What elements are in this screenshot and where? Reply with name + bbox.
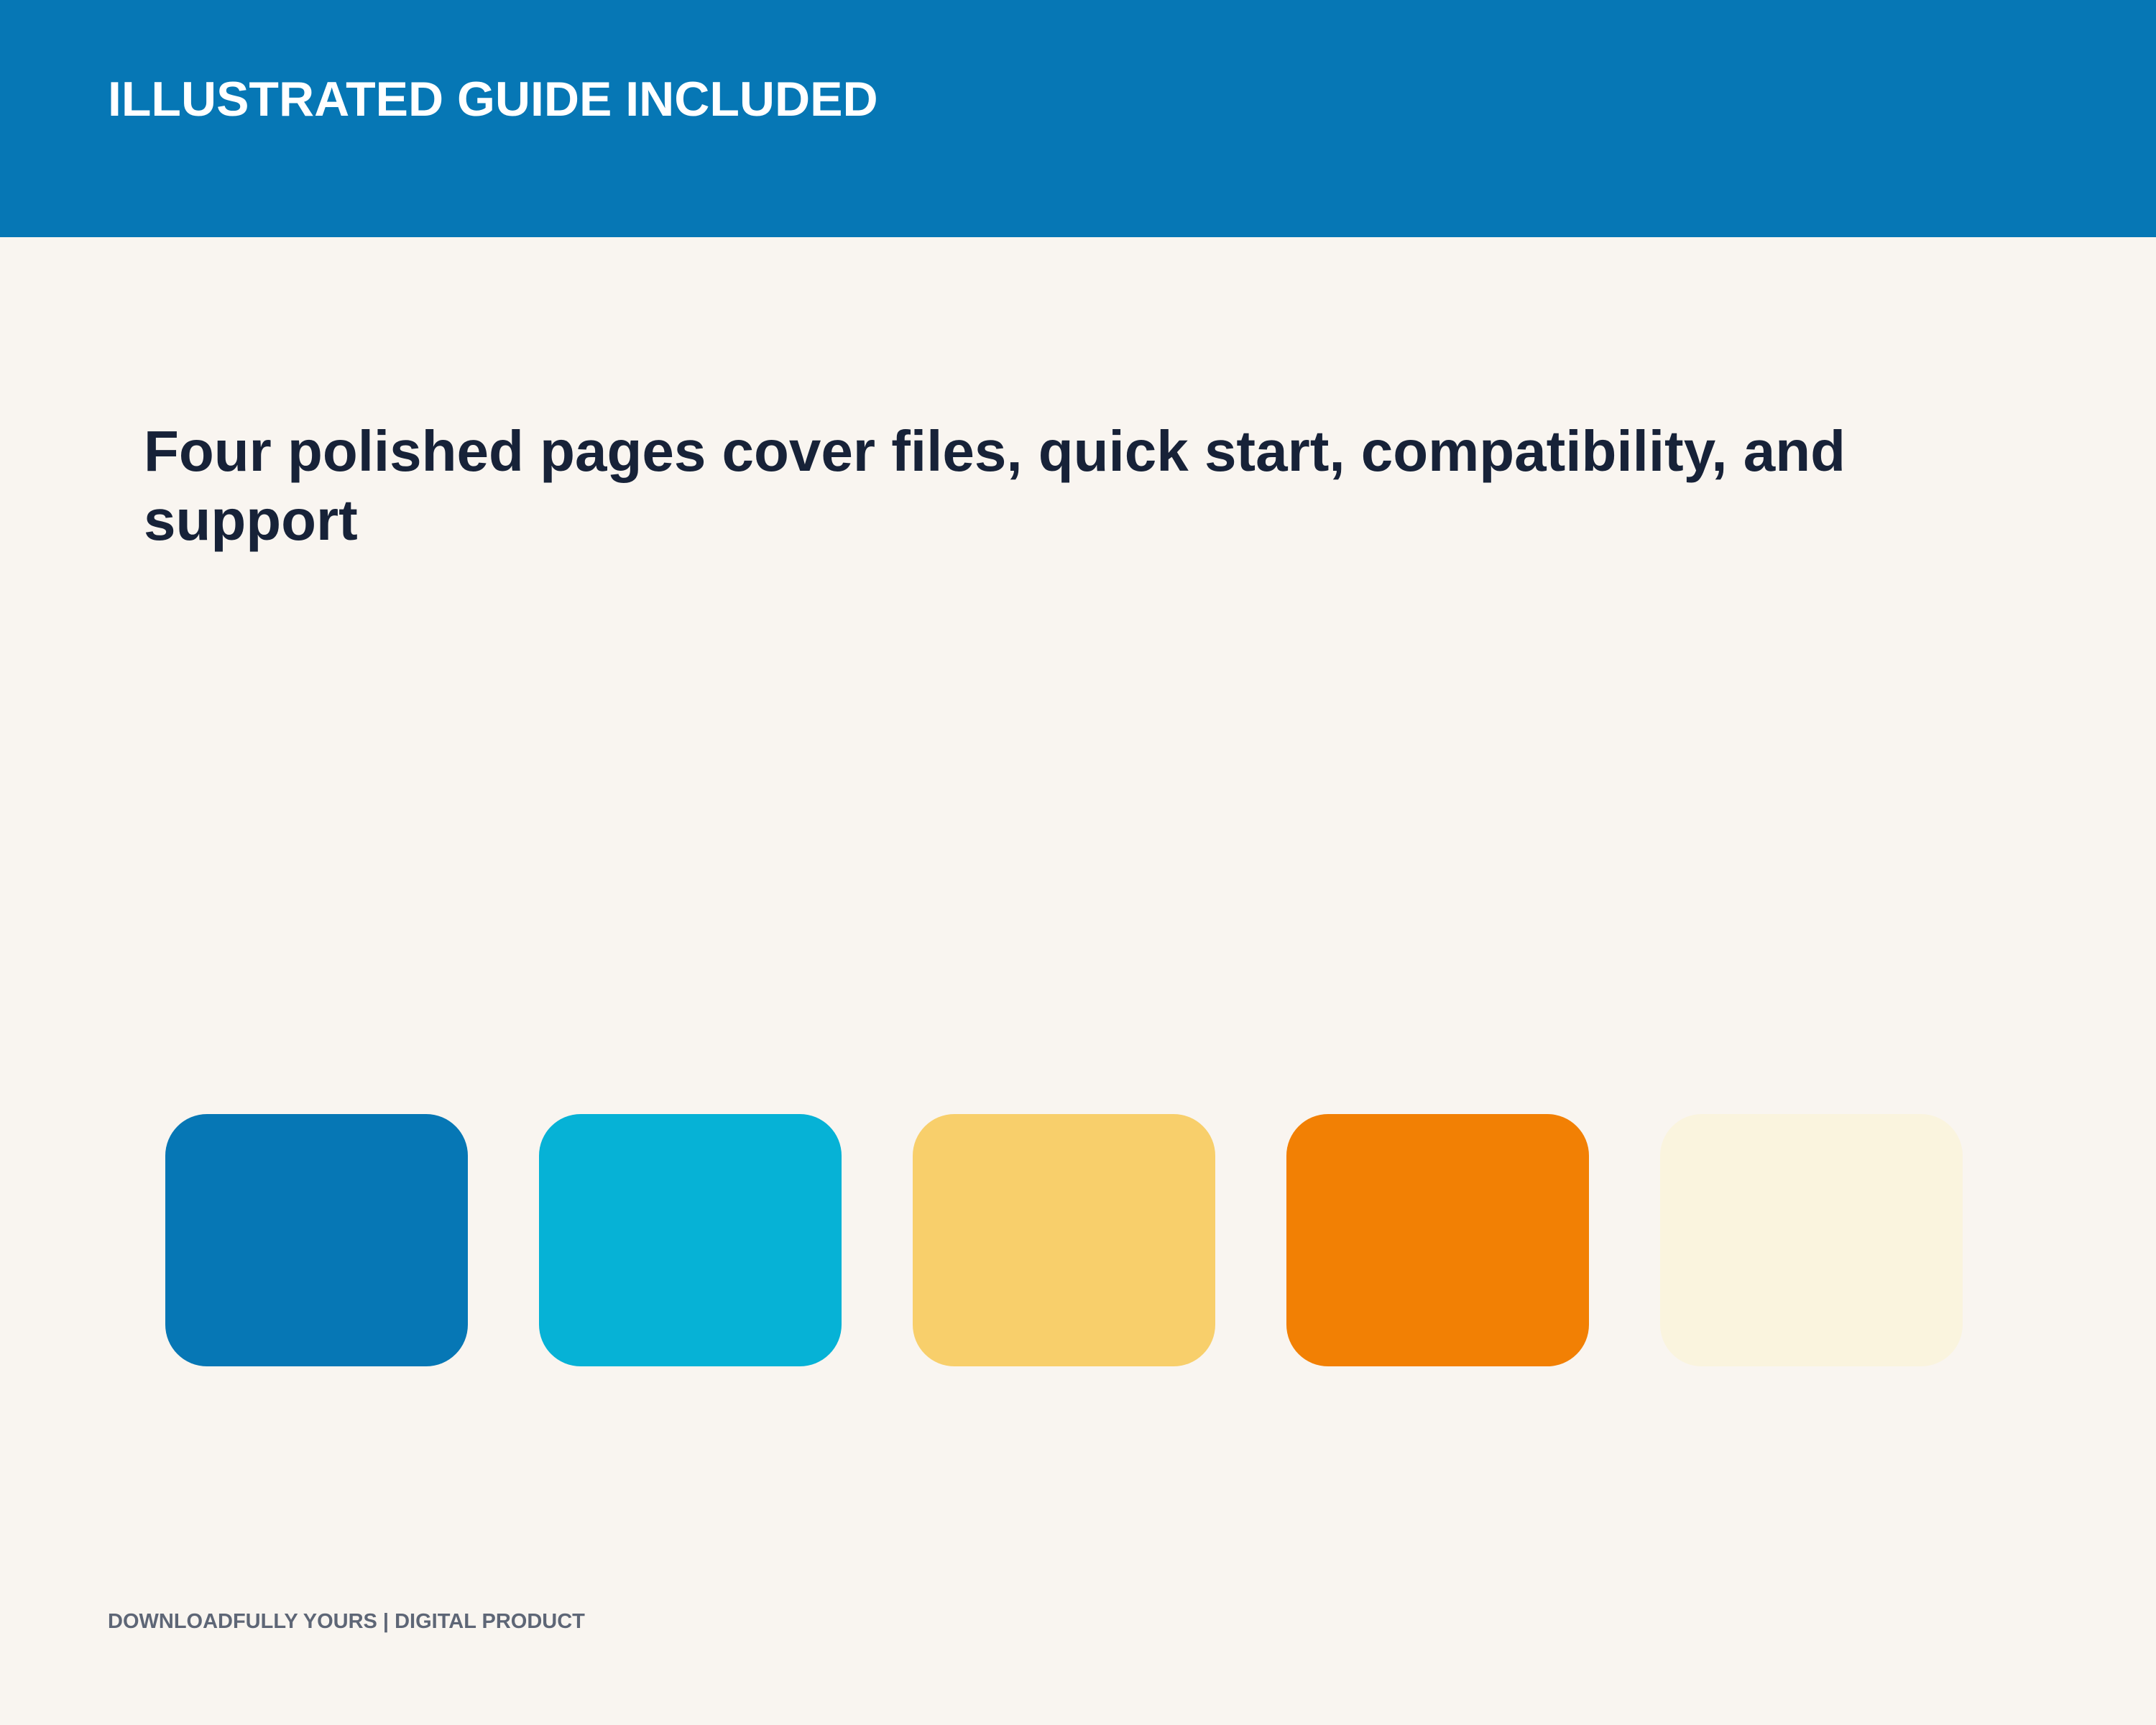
headline: Four polished pages cover files, quick s… <box>144 419 1846 552</box>
color-swatch-1 <box>165 1114 468 1366</box>
footer-credit: DOWNLOADFULLY YOURS | DIGITAL PRODUCT <box>108 1610 585 1633</box>
color-swatch-2 <box>539 1114 842 1366</box>
color-swatch-4 <box>1286 1114 1589 1366</box>
color-swatch-5 <box>1660 1114 1963 1366</box>
header-band: ILLUSTRATED GUIDE INCLUDED <box>0 0 2156 237</box>
color-swatch-3 <box>913 1114 1215 1366</box>
page-title: ILLUSTRATED GUIDE INCLUDED <box>108 72 878 126</box>
